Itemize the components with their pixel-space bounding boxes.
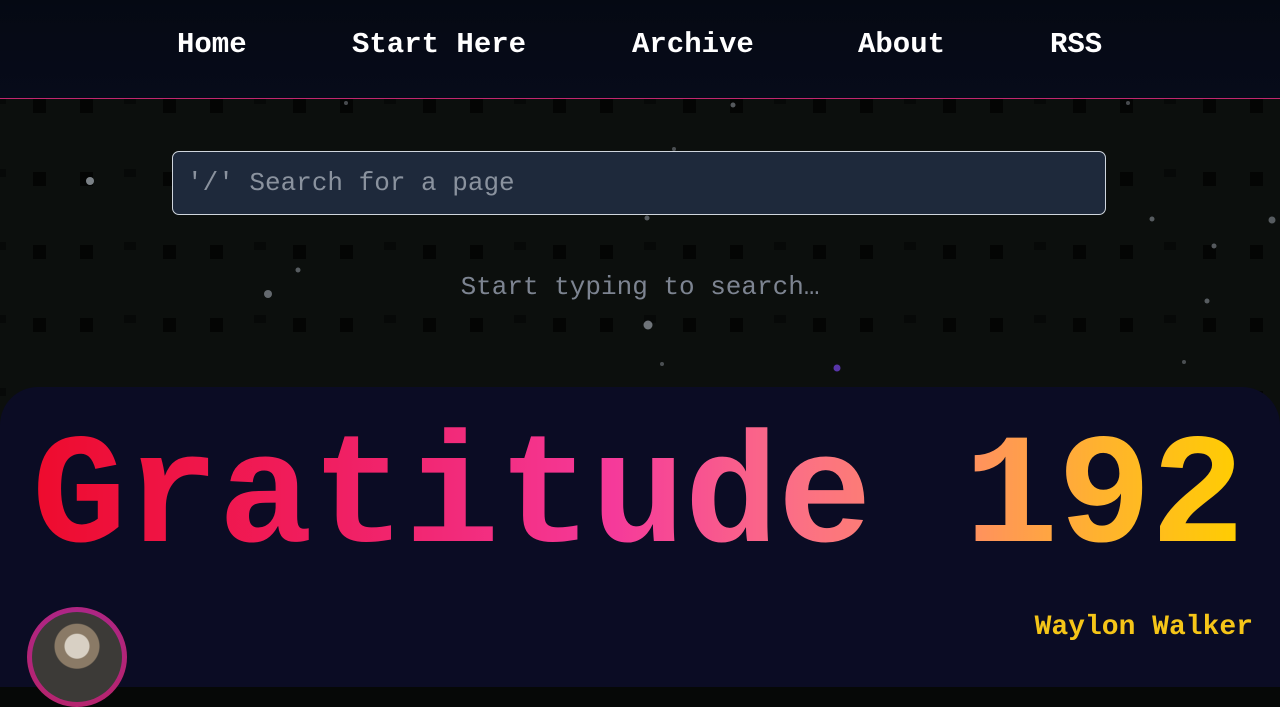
nav-link-start-here[interactable]: Start Here xyxy=(352,28,526,61)
search-box xyxy=(172,151,1106,215)
author-name[interactable]: Waylon Walker xyxy=(1035,612,1253,643)
nav-link-archive[interactable]: Archive xyxy=(632,28,754,61)
article-title: Gratitude 192 xyxy=(32,411,1245,589)
nav-link-about[interactable]: About xyxy=(858,28,945,61)
top-navigation-bar: Home Start Here Archive About RSS xyxy=(0,0,1280,99)
nav-link-rss[interactable]: RSS xyxy=(1050,28,1102,61)
search-hint: Start typing to search… xyxy=(460,272,820,302)
avatar-photo xyxy=(32,612,122,702)
nav-link-home[interactable]: Home xyxy=(177,28,247,61)
author-avatar[interactable] xyxy=(27,607,127,707)
main-nav: Home Start Here Archive About RSS xyxy=(0,0,1280,94)
search-input[interactable] xyxy=(173,152,1105,214)
